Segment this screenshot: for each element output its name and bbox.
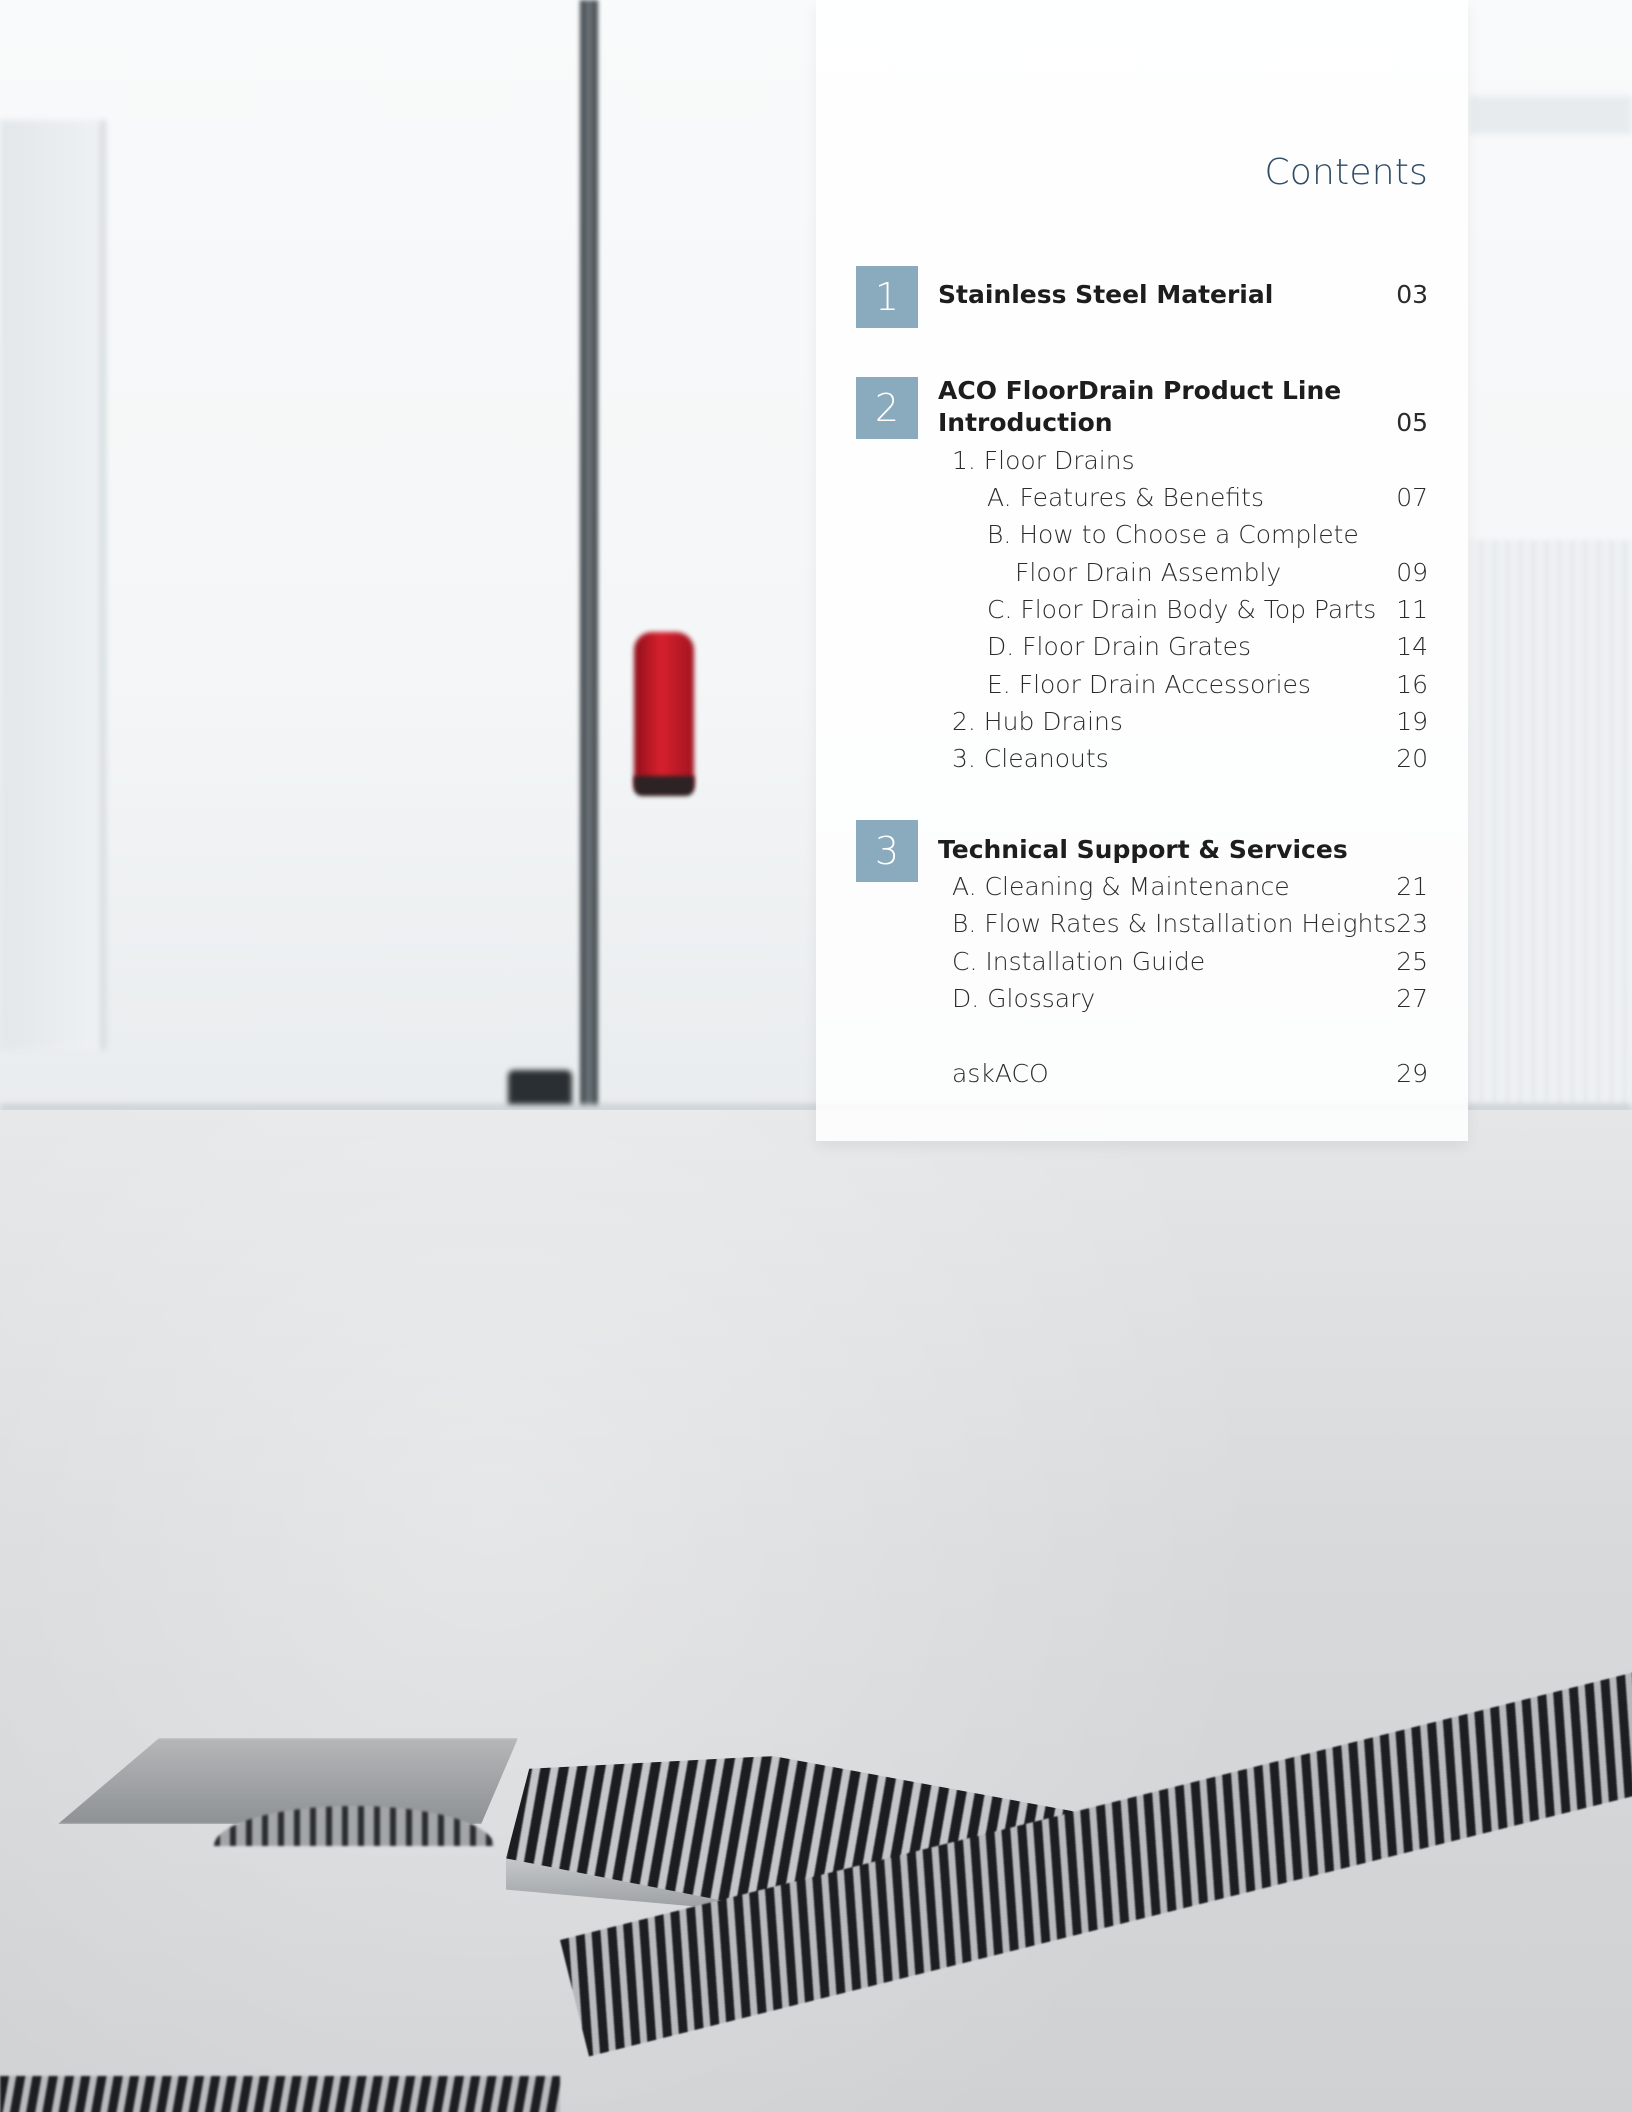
fire-extinguisher-base — [634, 776, 694, 796]
toc-entry[interactable]: 3. Cleanouts 20 — [816, 742, 1428, 776]
toc-heading: ACO FloorDrain Product Line — [816, 374, 1428, 408]
toc-entry-page: 11 — [1396, 595, 1428, 624]
toc-entry[interactable]: B. How to Choose a Complete — [816, 518, 1428, 552]
toc-entry[interactable]: C. Installation Guide 25 — [816, 945, 1428, 979]
toc-entry-label: askACO — [952, 1059, 1049, 1088]
toc-entry[interactable]: A. Cleaning & Maintenance 21 — [816, 870, 1428, 904]
toc-entry[interactable]: Floor Drain Assembly 09 — [816, 556, 1428, 590]
toc-entry-label: B. Flow Rates & Installation Heights — [952, 909, 1397, 938]
toc-entry-label: D. Floor Drain Grates — [987, 632, 1252, 661]
toc-entry-page: 29 — [1396, 1059, 1428, 1088]
toc-entry-askaco[interactable]: askACO 29 — [816, 1057, 1428, 1091]
toc-entry[interactable]: 2. Hub Drains 19 — [816, 705, 1428, 739]
toc-entry[interactable]: Stainless Steel Material 03 — [816, 278, 1428, 312]
toc-entry-label: 2. Hub Drains — [952, 707, 1123, 736]
toc-entry-label: 3. Cleanouts — [952, 744, 1109, 773]
toc-entry-page: 03 — [1396, 280, 1428, 309]
door-frame — [580, 0, 598, 1110]
wall-strip — [1470, 96, 1632, 134]
toc-entry-page: 27 — [1396, 984, 1428, 1013]
door-panel — [0, 120, 106, 1050]
toc-entry-page: 05 — [1396, 408, 1428, 437]
toc-heading-line: ACO FloorDrain Product Line — [938, 376, 1342, 405]
fire-extinguisher — [634, 632, 694, 792]
toc-entry-page: 14 — [1396, 632, 1428, 661]
toc-entry-label: B. How to Choose a Complete — [987, 520, 1359, 549]
toc-entry[interactable]: C. Floor Drain Body & Top Parts 11 — [816, 593, 1428, 627]
toc-entry[interactable]: B. Flow Rates & Installation Heights 23 — [816, 907, 1428, 941]
toc-entry-label: Floor Drain Assembly — [1015, 558, 1282, 587]
contents-title: Contents — [1264, 152, 1428, 193]
toc-entry-label: C. Installation Guide — [952, 947, 1206, 976]
toc-entry-label: Introduction — [938, 408, 1113, 437]
toc-entry-label: C. Floor Drain Body & Top Parts — [987, 595, 1377, 624]
toc-entry[interactable]: E. Floor Drain Accessories 16 — [816, 668, 1428, 702]
toc-entry-page: 25 — [1396, 947, 1428, 976]
toc-entry-label: Technical Support & Services — [938, 835, 1348, 864]
toc-entry-page: 19 — [1396, 707, 1428, 736]
toc-entry[interactable]: 1. Floor Drains — [816, 444, 1428, 478]
toc-entry-label: 1. Floor Drains — [952, 446, 1135, 475]
toc-entry[interactable]: A. Features & Benefits 07 — [816, 481, 1428, 515]
toc-entry-page: 09 — [1396, 558, 1428, 587]
trench-drain-grate-left — [0, 2076, 560, 2112]
contents-panel: Contents 1 Stainless Steel Material 03 2… — [816, 0, 1468, 1141]
toc-entry-label: Stainless Steel Material — [938, 280, 1274, 309]
toc-entry-page: 07 — [1396, 483, 1428, 512]
toc-entry-label: A. Cleaning & Maintenance — [952, 872, 1290, 901]
toc-entry-page: 20 — [1396, 744, 1428, 773]
toc-entry-label: D. Glossary — [952, 984, 1096, 1013]
toc-entry-page: 23 — [1396, 909, 1428, 938]
radiator — [1470, 540, 1632, 1110]
toc-entry[interactable]: Technical Support & Services — [816, 833, 1428, 867]
toc-entry[interactable]: D. Floor Drain Grates 14 — [816, 630, 1428, 664]
toc-entry-page: 16 — [1396, 670, 1428, 699]
toc-entry-page: 21 — [1396, 872, 1428, 901]
toc-entry[interactable]: Introduction 05 — [816, 406, 1428, 440]
toc-entry[interactable]: D. Glossary 27 — [816, 982, 1428, 1016]
toc-entry-label: A. Features & Benefits — [987, 483, 1264, 512]
toc-entry-label: E. Floor Drain Accessories — [987, 670, 1311, 699]
